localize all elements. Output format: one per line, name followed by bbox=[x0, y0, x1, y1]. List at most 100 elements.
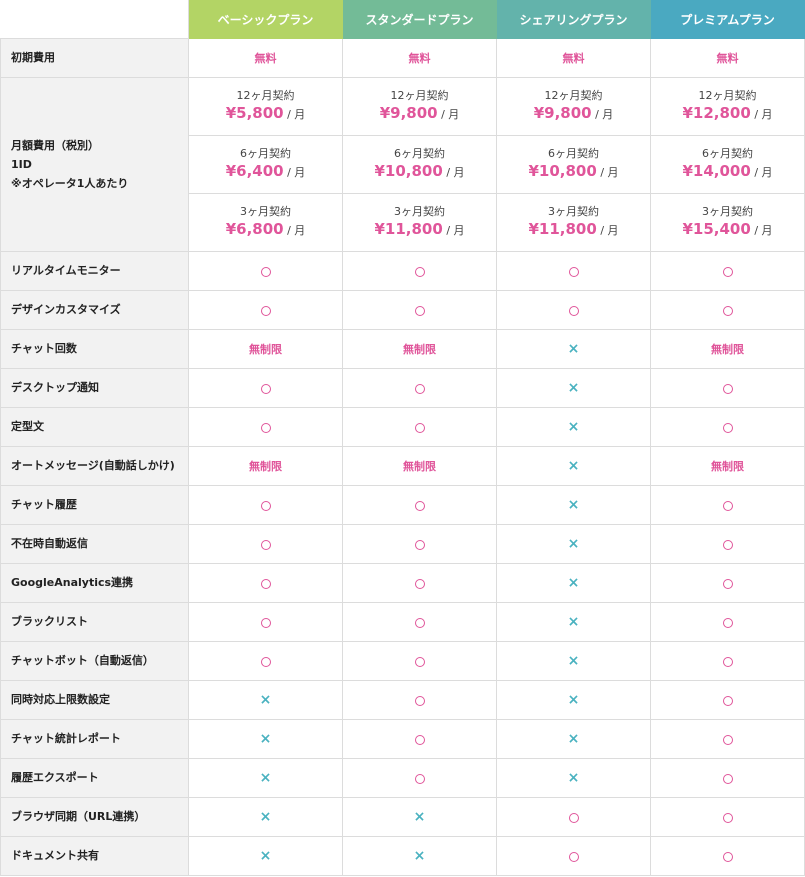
price-line: ¥9,800 / 月 bbox=[343, 103, 496, 125]
feature-cell-standard bbox=[342, 563, 497, 603]
feature-cell-basic bbox=[188, 290, 343, 330]
price-unit: / 月 bbox=[287, 224, 306, 237]
feature-label: リアルタイムモニター bbox=[0, 251, 189, 291]
available-circle-icon bbox=[260, 422, 271, 433]
feature-cell-premium bbox=[650, 797, 805, 837]
monthly-price-cell-premium: 3ヶ月契約 ¥15,400 / 月 bbox=[650, 193, 805, 252]
monthly-price: ¥11,800 bbox=[374, 220, 443, 238]
unavailable-cross-icon: × bbox=[413, 809, 426, 825]
feature-row: チャットボット（自動返信） × bbox=[0, 641, 805, 681]
unavailable-cross-icon: × bbox=[567, 341, 580, 357]
feature-cell-standard bbox=[342, 524, 497, 564]
available-circle-icon bbox=[414, 266, 425, 277]
contract-term: 3ヶ月契約 bbox=[240, 205, 291, 218]
feature-label: 不在時自動返信 bbox=[0, 524, 189, 564]
unavailable-cross-icon: × bbox=[259, 848, 272, 864]
available-circle-icon bbox=[722, 578, 733, 589]
feature-cell-basic bbox=[188, 563, 343, 603]
available-circle-icon bbox=[722, 773, 733, 784]
feature-row: ブラックリスト × bbox=[0, 602, 805, 642]
unlimited-label: 無制限 bbox=[711, 460, 744, 473]
available-circle-icon bbox=[260, 617, 271, 628]
feature-label: デザインカスタマイズ bbox=[0, 290, 189, 330]
available-circle-icon bbox=[722, 695, 733, 706]
monthly-price: ¥11,800 bbox=[528, 220, 597, 238]
price-unit: / 月 bbox=[600, 224, 619, 237]
available-circle-icon bbox=[260, 656, 271, 667]
feature-row: 履歴エクスポート × × bbox=[0, 758, 805, 798]
contract-term: 12ヶ月契約 bbox=[698, 89, 757, 102]
monthly-fee-label: 月額費用（税別） 1ID ※オペレータ1人あたり bbox=[0, 77, 189, 252]
price-line: ¥11,800 / 月 bbox=[497, 219, 650, 241]
available-circle-icon bbox=[722, 851, 733, 862]
monthly-price-cell-sharing: 3ヶ月契約 ¥11,800 / 月 bbox=[496, 193, 651, 252]
feature-cell-sharing: × bbox=[496, 758, 651, 798]
monthly-price: ¥15,400 bbox=[682, 220, 751, 238]
monthly-price-cell-standard: 12ヶ月契約 ¥9,800 / 月 bbox=[342, 77, 497, 136]
unavailable-cross-icon: × bbox=[567, 614, 580, 630]
feature-cell-basic: × bbox=[188, 836, 343, 876]
available-circle-icon bbox=[414, 734, 425, 745]
feature-cell-sharing bbox=[496, 290, 651, 330]
feature-cell-standard bbox=[342, 641, 497, 681]
monthly-price-cell-premium: 6ヶ月契約 ¥14,000 / 月 bbox=[650, 135, 805, 194]
unavailable-cross-icon: × bbox=[567, 536, 580, 552]
feature-cell-sharing bbox=[496, 797, 651, 837]
feature-row: チャット統計レポート × × bbox=[0, 719, 805, 759]
feature-label: GoogleAnalytics連携 bbox=[0, 563, 189, 603]
contract-term: 6ヶ月契約 bbox=[548, 147, 599, 160]
feature-cell-basic bbox=[188, 368, 343, 408]
available-circle-icon bbox=[414, 578, 425, 589]
price-unit: / 月 bbox=[754, 108, 773, 121]
monthly-price-cell-sharing: 6ヶ月契約 ¥10,800 / 月 bbox=[496, 135, 651, 194]
feature-row: デザインカスタマイズ bbox=[0, 290, 805, 330]
feature-label: チャット回数 bbox=[0, 329, 189, 369]
price-line: ¥10,800 / 月 bbox=[497, 161, 650, 183]
contract-term: 12ヶ月契約 bbox=[544, 89, 603, 102]
available-circle-icon bbox=[568, 812, 579, 823]
feature-cell-premium bbox=[650, 602, 805, 642]
feature-cell-basic: 無制限 bbox=[188, 329, 343, 369]
available-circle-icon bbox=[414, 617, 425, 628]
monthly-price: ¥10,800 bbox=[374, 162, 443, 180]
feature-cell-premium: 無制限 bbox=[650, 446, 805, 486]
price-unit: / 月 bbox=[287, 108, 306, 121]
available-circle-icon bbox=[568, 266, 579, 277]
feature-label: 履歴エクスポート bbox=[0, 758, 189, 798]
feature-cell-basic: × bbox=[188, 758, 343, 798]
feature-row: オートメッセージ(自動話しかけ) 無制限 無制限 × 無制限 bbox=[0, 446, 805, 486]
price-line: ¥5,800 / 月 bbox=[189, 103, 342, 125]
monthly-fee-label-line: 1ID bbox=[11, 157, 32, 171]
feature-cell-premium bbox=[650, 719, 805, 759]
available-circle-icon bbox=[414, 305, 425, 316]
available-circle-icon bbox=[722, 617, 733, 628]
feature-row: チャット回数 無制限 無制限 × 無制限 bbox=[0, 329, 805, 369]
available-circle-icon bbox=[722, 305, 733, 316]
unlimited-label: 無制限 bbox=[249, 460, 282, 473]
price-unit: / 月 bbox=[600, 166, 619, 179]
unavailable-cross-icon: × bbox=[259, 809, 272, 825]
feature-cell-standard bbox=[342, 251, 497, 291]
feature-cell-standard: 無制限 bbox=[342, 446, 497, 486]
monthly-price-cell-basic: 3ヶ月契約 ¥6,800 / 月 bbox=[188, 193, 343, 252]
feature-cell-standard bbox=[342, 602, 497, 642]
unavailable-cross-icon: × bbox=[259, 770, 272, 786]
plan-header-standard: スタンダードプラン bbox=[342, 0, 497, 39]
monthly-price-cell-standard: 6ヶ月契約 ¥10,800 / 月 bbox=[342, 135, 497, 194]
feature-cell-sharing: × bbox=[496, 641, 651, 681]
feature-cell-standard bbox=[342, 719, 497, 759]
feature-cell-basic: × bbox=[188, 680, 343, 720]
available-circle-icon bbox=[722, 656, 733, 667]
price-unit: / 月 bbox=[446, 224, 465, 237]
monthly-price: ¥6,800 bbox=[225, 220, 284, 238]
monthly-fee-label-line: 月額費用（税別） bbox=[11, 138, 99, 152]
feature-label: ブラウザ同期（URL連携） bbox=[0, 797, 189, 837]
feature-cell-basic bbox=[188, 524, 343, 564]
feature-cell-premium bbox=[650, 836, 805, 876]
available-circle-icon bbox=[260, 383, 271, 394]
initial-fee-row: 初期費用 無料 無料 無料 無料 bbox=[0, 38, 805, 78]
initial-fee-basic: 無料 bbox=[188, 38, 343, 78]
feature-label: 定型文 bbox=[0, 407, 189, 447]
available-circle-icon bbox=[568, 851, 579, 862]
available-circle-icon bbox=[414, 695, 425, 706]
